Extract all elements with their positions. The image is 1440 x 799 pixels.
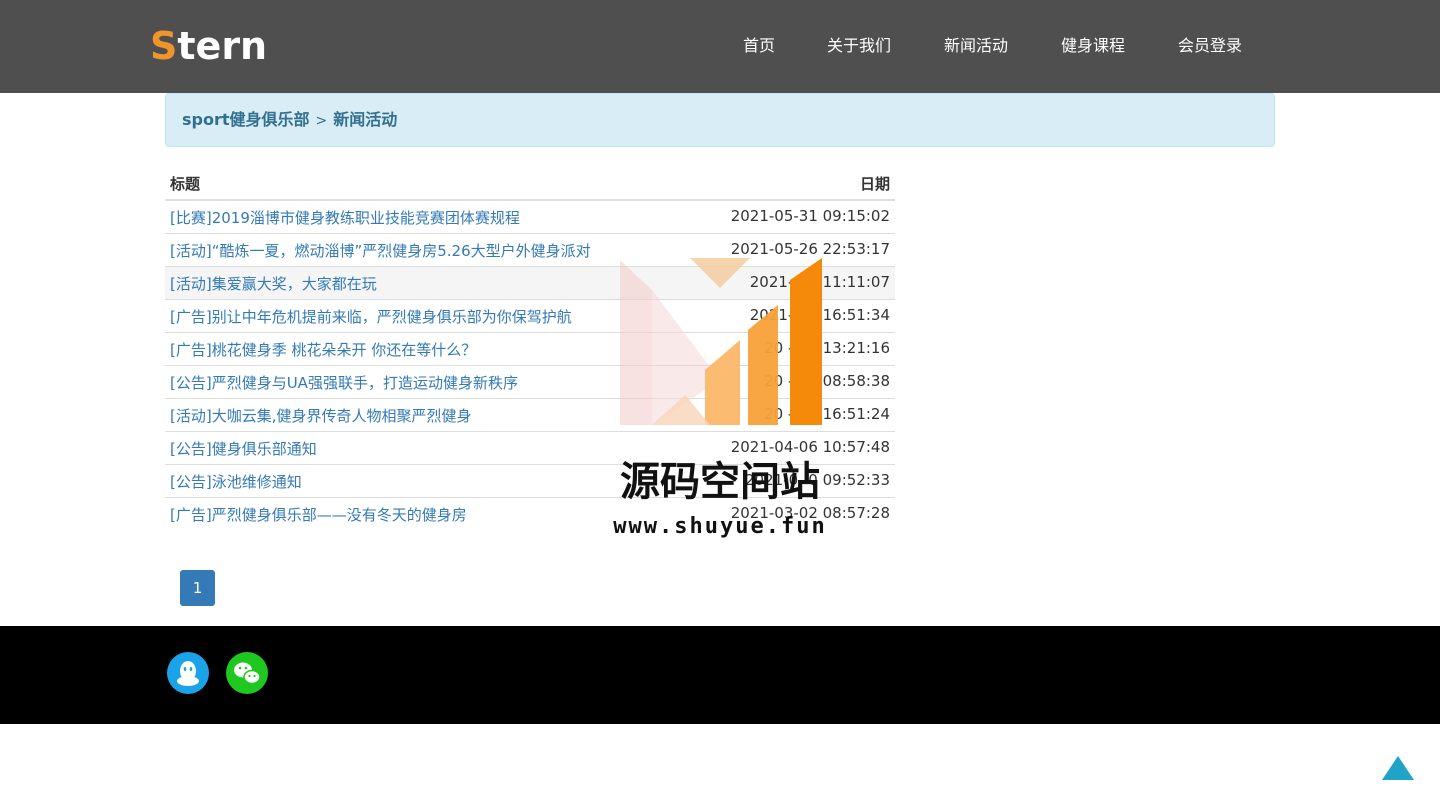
news-title-link[interactable]: [广告]别让中年危机提前来临，严烈健身俱乐部为你保驾护航 xyxy=(170,306,572,327)
news-title-link[interactable]: [广告]桃花健身季 桃花朵朵开 你还在等什么？ xyxy=(170,339,476,360)
column-header-date: 日期 xyxy=(859,175,890,193)
news-title-link[interactable]: [活动]“酷炼一夏，燃动淄博”严烈健身房5.26大型户外健身派对 xyxy=(170,240,591,261)
breadcrumb-current[interactable]: 新闻活动 xyxy=(333,110,397,129)
pagination-page-1[interactable]: 1 xyxy=(180,570,215,606)
news-title-link[interactable]: [活动]集爱赢大奖，大家都在玩 xyxy=(170,273,377,294)
nav-item-news[interactable]: 新闻活动 xyxy=(944,35,1008,57)
news-title-link[interactable]: [公告]严烈健身与UA强强联手，打造运动健身新秩序 xyxy=(170,372,518,393)
watermark-url: www.shuyue.fun xyxy=(613,514,826,539)
nav-item-login[interactable]: 会员登录 xyxy=(1178,35,1242,57)
news-title-link[interactable]: [公告]健身俱乐部通知 xyxy=(170,438,317,459)
site-header: Stern 首页 关于我们 新闻活动 健身课程 会员登录 xyxy=(0,0,1440,93)
site-footer xyxy=(0,626,1440,724)
watermark-shape xyxy=(748,305,778,425)
watermark-logo: 源码空间站 www.shuyue.fun xyxy=(613,258,826,539)
breadcrumb-separator: > xyxy=(315,113,328,129)
nav-item-courses[interactable]: 健身课程 xyxy=(1061,35,1125,57)
watermark-shape xyxy=(690,258,750,288)
breadcrumb-trail: sport健身俱乐部 > 新闻活动 xyxy=(182,109,397,132)
nav-item-about[interactable]: 关于我们 xyxy=(827,35,891,57)
news-title-link[interactable]: [公告]泳池维修通知 xyxy=(170,471,302,492)
back-to-top-icon[interactable] xyxy=(1382,756,1414,780)
qq-icon[interactable] xyxy=(167,652,209,694)
watermark-shape xyxy=(790,258,822,425)
watermark-shape xyxy=(705,340,740,425)
wechat-icon[interactable] xyxy=(226,652,268,694)
table-header: 标题 日期 xyxy=(165,166,895,201)
qq-penguin-glyph xyxy=(177,661,199,686)
news-title-link[interactable]: [活动]大咖云集,健身界传奇人物相聚严烈健身 xyxy=(170,405,471,426)
news-title-link[interactable]: [比赛]2019淄博市健身教练职业技能竞赛团体赛规程 xyxy=(170,207,520,228)
breadcrumb-home[interactable]: sport健身俱乐部 xyxy=(182,110,310,129)
wechat-bubbles-glyph xyxy=(234,662,261,685)
table-row: [比赛]2019淄博市健身教练职业技能竞赛团体赛规程 2021-05-31 09… xyxy=(165,201,895,234)
watermark-shape xyxy=(620,260,652,425)
main-nav: 首页 关于我们 新闻活动 健身课程 会员登录 xyxy=(0,35,1440,59)
news-title-link[interactable]: [广告]严烈健身俱乐部——没有冬天的健身房 xyxy=(170,504,467,525)
breadcrumb: sport健身俱乐部 > 新闻活动 xyxy=(165,93,1275,147)
news-date: 2021-05-31 09:15:02 xyxy=(730,207,890,225)
watermark-title: 源码空间站 xyxy=(620,459,820,505)
column-header-title: 标题 xyxy=(170,175,201,193)
nav-item-home[interactable]: 首页 xyxy=(743,35,775,57)
